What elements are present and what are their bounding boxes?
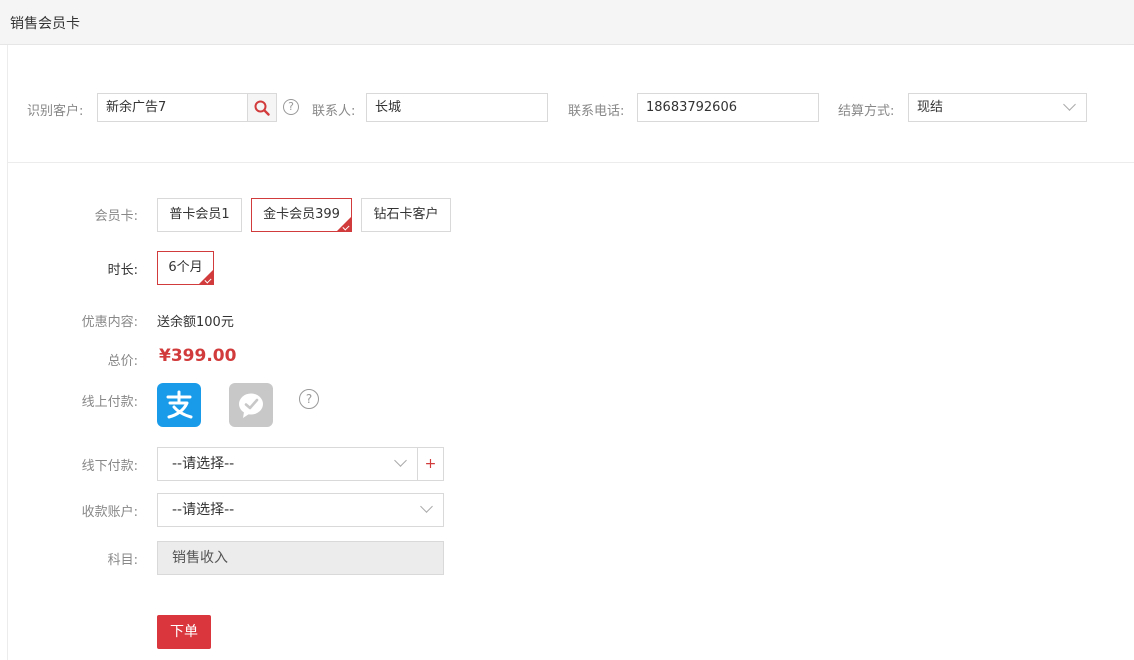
alipay-icon: [166, 390, 193, 419]
customer-input[interactable]: 新余广告7: [97, 93, 248, 122]
card-option-basic[interactable]: 普卡会员1: [157, 198, 242, 232]
card-option-diamond[interactable]: 钻石卡客户: [361, 198, 451, 232]
settlement-label: 结算方式:: [838, 104, 895, 119]
customer-label: 识别客户:: [27, 104, 84, 119]
contact-input[interactable]: 长城: [366, 93, 548, 122]
offline-pay-label: 线下付款:: [81, 459, 138, 474]
total-label: 总价:: [107, 354, 138, 369]
page-title: 销售会员卡: [10, 16, 80, 32]
submit-order-button[interactable]: 下单: [157, 615, 211, 649]
subject-field: 销售收入: [157, 541, 444, 575]
contact-label: 联系人:: [312, 104, 356, 119]
offline-pay-value: --请选择--: [172, 456, 235, 472]
offline-pay-select[interactable]: --请选择--: [157, 447, 418, 481]
online-pay-help-icon[interactable]: ?: [299, 389, 319, 409]
subject-label: 科目:: [107, 553, 138, 568]
phone-label: 联系电话:: [568, 104, 625, 119]
search-icon: [254, 100, 270, 116]
alipay-button[interactable]: [157, 383, 201, 427]
online-pay-label: 线上付款:: [81, 395, 138, 410]
card-option-gold-label: 金卡会员399: [263, 207, 340, 222]
discount-label: 优惠内容:: [81, 315, 138, 330]
content-border: [7, 45, 8, 660]
customer-help-icon[interactable]: ?: [283, 99, 299, 115]
duration-option-label: 6个月: [168, 260, 203, 275]
phone-input[interactable]: 18683792606: [637, 93, 819, 122]
section-divider: [7, 162, 1134, 163]
settlement-select[interactable]: 现结: [908, 93, 1087, 122]
total-price: ¥399.00: [159, 346, 237, 366]
duration-label: 时长:: [107, 263, 138, 278]
duration-option-6m[interactable]: 6个月: [157, 251, 214, 285]
account-select[interactable]: --请选择--: [157, 493, 444, 527]
card-option-gold[interactable]: 金卡会员399: [251, 198, 352, 232]
card-label: 会员卡:: [94, 209, 138, 224]
account-label: 收款账户:: [81, 505, 138, 520]
account-value: --请选择--: [172, 502, 235, 518]
discount-value: 送余额100元: [157, 315, 234, 330]
add-offline-pay-button[interactable]: +: [417, 447, 444, 481]
customer-search-button[interactable]: [247, 93, 277, 122]
wechat-pay-button[interactable]: [229, 383, 273, 427]
wechat-pay-icon: [239, 393, 263, 418]
page-header: 销售会员卡: [0, 0, 1134, 45]
settlement-value: 现结: [917, 100, 944, 115]
